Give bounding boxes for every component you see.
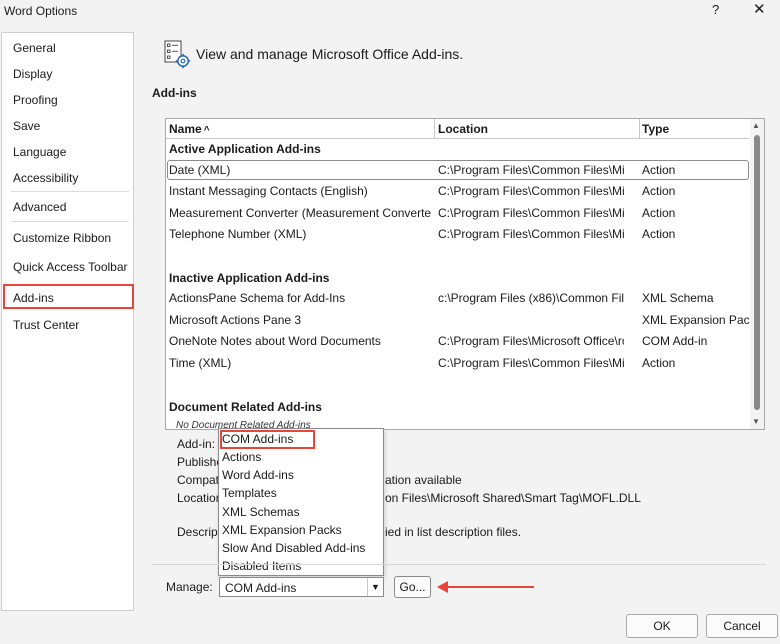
- sidebar-divider: [11, 191, 129, 192]
- table-row[interactable]: Measurement Converter (Measurement Conve…: [166, 203, 749, 223]
- table-row[interactable]: Instant Messaging Contacts (English) C:\…: [166, 181, 749, 201]
- sidebar: General Display Proofing Save Language A…: [1, 32, 134, 611]
- table-row[interactable]: Time (XML) C:\Program Files\Common Files…: [166, 353, 749, 373]
- cell-type: Action: [642, 163, 676, 177]
- dropdown-option-xml-expansion-packs[interactable]: XML Expansion Packs: [222, 523, 342, 537]
- group-header-document: Document Related Add-ins: [169, 400, 322, 414]
- divider: [152, 564, 766, 565]
- table-row[interactable]: Telephone Number (XML) C:\Program Files\…: [166, 224, 749, 244]
- sidebar-item-language[interactable]: Language: [13, 145, 66, 159]
- cell-type: Action: [642, 227, 676, 241]
- sidebar-item-accessibility[interactable]: Accessibility: [13, 171, 78, 185]
- cell-name: Telephone Number (XML): [169, 227, 307, 241]
- cell-location: C:\Program Files\Microsoft Office\ro: [438, 334, 624, 348]
- table-header: Name ^ Location Type: [166, 119, 749, 139]
- group-header-active: Active Application Add-ins: [169, 142, 321, 156]
- cell-name: OneNote Notes about Word Documents: [169, 334, 381, 348]
- cell-type: XML Expansion Pack: [642, 313, 752, 327]
- cell-location: C:\Program Files\Common Files\Micr: [438, 227, 624, 241]
- manage-dropdown-list[interactable]: COM Add-ins Actions Word Add-ins Templat…: [218, 428, 384, 576]
- column-header-name[interactable]: Name ^: [169, 122, 210, 136]
- manage-label: Manage:: [166, 580, 213, 594]
- chevron-down-icon[interactable]: ▼: [367, 578, 383, 596]
- cell-location: C:\Program Files\Common Files\Micr: [438, 163, 624, 177]
- table-row[interactable]: OneNote Notes about Word Documents C:\Pr…: [166, 331, 749, 351]
- dropdown-option-com-addins[interactable]: COM Add-ins: [222, 432, 293, 446]
- table-row[interactable]: Microsoft Actions Pane 3 XML Expansion P…: [166, 310, 752, 330]
- cell-name: Measurement Converter (Measurement Conve…: [169, 206, 431, 220]
- table-row[interactable]: ActionsPane Schema for Add-Ins c:\Progra…: [166, 288, 749, 308]
- location-label: Location: [177, 491, 223, 505]
- sidebar-item-general[interactable]: General: [13, 41, 56, 55]
- scroll-down-icon[interactable]: ▼: [752, 417, 760, 426]
- location-value: on Files\Microsoft Shared\Smart Tag\MOFL…: [385, 491, 641, 505]
- sidebar-divider: [11, 221, 129, 222]
- cancel-button[interactable]: Cancel: [706, 614, 778, 638]
- sidebar-item-save[interactable]: Save: [13, 119, 40, 133]
- manage-select[interactable]: COM Add-ins ▼: [219, 577, 384, 597]
- scroll-up-icon[interactable]: ▲: [752, 121, 760, 130]
- ok-button[interactable]: OK: [626, 614, 698, 638]
- dropdown-option-templates[interactable]: Templates: [222, 486, 277, 500]
- cell-name: Microsoft Actions Pane 3: [169, 313, 302, 327]
- arrow-left-icon: [436, 578, 536, 596]
- cell-name: Time (XML): [169, 356, 232, 370]
- cell-location: c:\Program Files (x86)\Common Files: [438, 291, 624, 305]
- addins-table: Name ^ Location Type Active Application A…: [165, 118, 765, 430]
- cell-name: Instant Messaging Contacts (English): [169, 184, 368, 198]
- dropdown-option-disabled-items[interactable]: Disabled Items: [222, 559, 301, 573]
- cell-location: C:\Program Files\Common Files\Micr: [438, 356, 624, 370]
- section-title: Add-ins: [152, 86, 197, 100]
- sidebar-item-customize-ribbon[interactable]: Customize Ribbon: [13, 231, 111, 245]
- sidebar-item-quick-access-toolbar[interactable]: Quick Access Toolbar: [13, 260, 128, 274]
- column-header-type[interactable]: Type: [642, 122, 669, 136]
- cell-location: C:\Program Files\Common Files\Micr: [438, 206, 624, 220]
- help-button[interactable]: ?: [712, 2, 726, 17]
- cell-type: COM Add-in: [642, 334, 708, 348]
- column-divider[interactable]: [639, 119, 640, 139]
- compatibility-value: ation available: [385, 473, 462, 487]
- column-header-location[interactable]: Location: [438, 122, 488, 136]
- table-scrollbar[interactable]: ▲ ▼: [750, 119, 764, 429]
- go-button[interactable]: Go...: [394, 576, 431, 598]
- manage-select-value: COM Add-ins: [225, 581, 297, 595]
- scrollbar-thumb[interactable]: [754, 135, 760, 410]
- cell-type: Action: [642, 356, 676, 370]
- window-title: Word Options: [4, 4, 78, 18]
- dropdown-option-actions[interactable]: Actions: [222, 450, 261, 464]
- sidebar-item-trust-center[interactable]: Trust Center: [13, 318, 79, 332]
- sidebar-item-add-ins[interactable]: Add-ins: [13, 291, 54, 305]
- description-label: Descript: [177, 525, 222, 539]
- sidebar-item-advanced[interactable]: Advanced: [13, 200, 66, 214]
- sidebar-item-display[interactable]: Display: [13, 67, 52, 81]
- dropdown-option-word-addins[interactable]: Word Add-ins: [222, 468, 294, 482]
- addins-settings-icon: [164, 40, 192, 70]
- cell-type: Action: [642, 206, 676, 220]
- cell-type: XML Schema: [642, 291, 714, 305]
- dropdown-option-xml-schemas[interactable]: XML Schemas: [222, 505, 300, 519]
- group-header-inactive: Inactive Application Add-ins: [169, 271, 330, 285]
- publisher-label: Publishe: [177, 455, 224, 469]
- cell-location: C:\Program Files\Common Files\Micr: [438, 184, 624, 198]
- close-button[interactable]: ✕: [753, 0, 767, 18]
- dropdown-option-slow-disabled[interactable]: Slow And Disabled Add-ins: [222, 541, 365, 555]
- column-divider[interactable]: [434, 119, 435, 139]
- cell-name: ActionsPane Schema for Add-Ins: [169, 291, 346, 305]
- description-value: ied in list description files.: [385, 525, 522, 539]
- compatibility-label: Compat: [177, 473, 220, 487]
- cell-type: Action: [642, 184, 676, 198]
- table-row[interactable]: Date (XML) C:\Program Files\Common Files…: [166, 160, 749, 180]
- page-header-text: View and manage Microsoft Office Add-ins…: [196, 46, 464, 62]
- sidebar-item-proofing[interactable]: Proofing: [13, 93, 58, 107]
- sort-ascending-icon: ^: [203, 125, 210, 136]
- cell-name: Date (XML): [169, 163, 231, 177]
- addin-label: Add-in:: [177, 437, 216, 451]
